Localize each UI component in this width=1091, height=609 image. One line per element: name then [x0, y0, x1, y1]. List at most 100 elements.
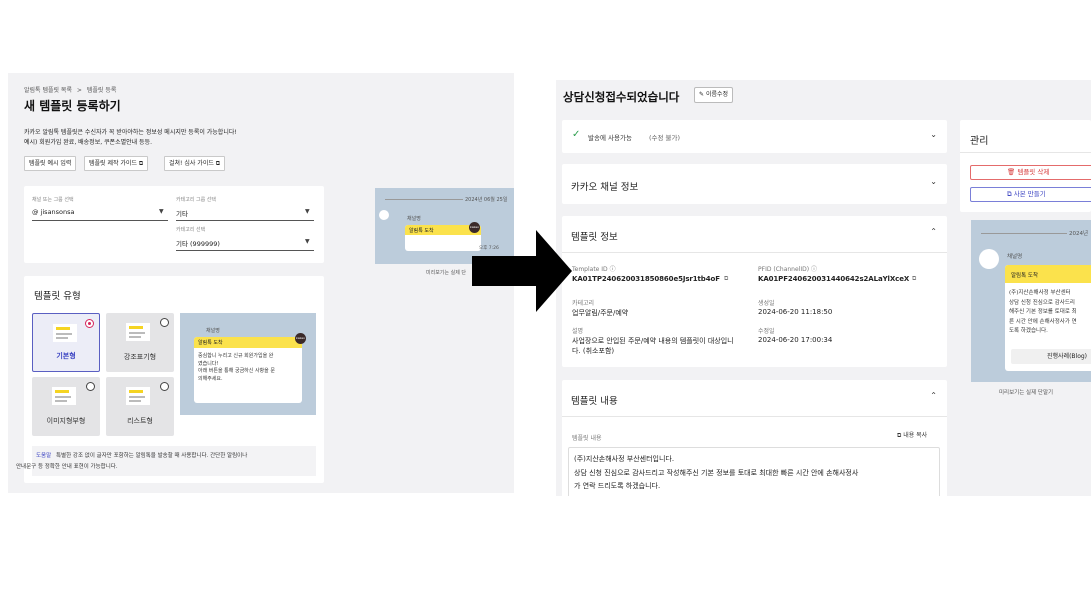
- content-line: 가 연락 드리도록 하겠습니다.: [574, 482, 661, 490]
- template-type-card: 템플릿 유형 기본형 강조표기형 이미지형부형 리스트형 채널명 알림톡 도착 …: [16, 276, 324, 483]
- breadcrumb-list-link[interactable]: 알림톡 템플릿 목록: [24, 87, 72, 94]
- screenshot-stage: 알림톡 템플릿 목록 > 템플릿 등록 새 템플릿 등록하기 카카오 알림톡 템…: [0, 0, 1091, 609]
- template-example-button[interactable]: 템플릿 예시 입력: [24, 156, 77, 171]
- preview-date: 2024년: [1069, 231, 1089, 237]
- content-label: 템플릿 내용: [572, 435, 602, 442]
- copy-icon: ⧉: [1007, 190, 1012, 198]
- pfid-label: PFID (ChannelID) ⓘ: [758, 266, 817, 273]
- delete-template-button[interactable]: 🗑 템플릿 삭제: [970, 165, 1091, 180]
- date-divider: [981, 233, 1067, 234]
- type-preview: 채널명 알림톡 도착 중심합니 누리고 신규 회원가입을 완 였습니다! 아래 …: [180, 313, 316, 415]
- copy-icon[interactable]: ⧉: [724, 275, 728, 283]
- chevron-down-icon[interactable]: ⌄: [930, 130, 937, 139]
- template-content-title: 템플릿 내용: [571, 396, 618, 407]
- preview-channel-name: 채널명: [206, 328, 220, 334]
- edit-name-button[interactable]: ✎ 이름수정: [694, 87, 734, 103]
- arrow-right-icon: [472, 230, 572, 312]
- copy-icon[interactable]: ⧉: [912, 275, 916, 283]
- breadcrumb: 알림톡 템플릿 목록 > 템플릿 등록: [24, 85, 116, 94]
- description-line: 예시) 회원가입 완료, 배송정보, 쿠폰소멸안내 등등.: [24, 139, 152, 146]
- category-label: 카테고리: [572, 300, 595, 307]
- pfid-value: KA01PF240620031440642s2ALaYlXceX: [758, 275, 910, 283]
- type-option-image[interactable]: 이미지형부형: [32, 377, 100, 436]
- type-option-basic[interactable]: 기본형: [32, 313, 100, 372]
- preview-header: 알림톡 도착: [194, 337, 302, 348]
- chevron-down-icon: ▼: [305, 208, 310, 215]
- date-divider: [385, 199, 463, 200]
- template-name-title: 상담신청접수되었습니다: [563, 90, 680, 104]
- status-label: 발송에 사용가능: [588, 134, 632, 142]
- channel-select[interactable]: @ jisansonsa: [32, 208, 75, 216]
- template-id-label: Template ID ⓘ: [572, 266, 616, 273]
- chevron-up-icon[interactable]: ⌃: [930, 227, 937, 236]
- radio-button[interactable]: [86, 382, 95, 391]
- radio-button[interactable]: [160, 382, 169, 391]
- chevron-up-icon[interactable]: ⌃: [930, 391, 937, 400]
- description-value: 사업장으로 안입된 주문/예약 내용의 템플릿이 대상입니 다. (취소포함): [572, 336, 734, 356]
- review-guide-button[interactable]: 걸쳐! 심사 가이드 ⧉: [164, 156, 226, 171]
- chevron-down-icon: ▼: [305, 238, 310, 245]
- content-line: (주)지산손해사정 부산센터입니다.: [574, 455, 675, 463]
- chevron-down-icon[interactable]: ⌄: [930, 177, 937, 186]
- edit-name-label: 이름수정: [705, 91, 729, 98]
- preview-channel-name: 채널명: [407, 216, 421, 222]
- template-content-section: 템플릿 내용 ⌃ 템플릿 내용 ⧉ 내용 복사 (주)지산손해사정 부산센터입니…: [562, 380, 947, 496]
- template-guide-button[interactable]: 템플릿 제작 가이드 ⧉: [84, 156, 149, 171]
- type-option-label: 기본형: [56, 352, 76, 360]
- notice-text: 특별한 강조 없이 글자만 포함하는 알림톡을 발송할 때 사용합니다. 간단한…: [16, 451, 314, 473]
- notice-line: 특별한 강조 없이 글자만 포함하는 알림톡을 발송할 때 사용합니다. 간단한…: [56, 453, 248, 459]
- right-preview: 2024년 채널명 알림톡 도착 (주)지산손해사정 부산센터 상담 신청 진심…: [971, 220, 1091, 382]
- content-box[interactable]: (주)지산손해사정 부산센터입니다. 상담 신청 진심으로 감사드리고 작성해주…: [568, 447, 940, 496]
- type-option-emphasis[interactable]: 강조표기형: [106, 313, 174, 372]
- category-group-label: 카테고리 그룹 선택: [176, 197, 216, 203]
- preview-caption: 미리보기는 실제 단말기: [999, 390, 1054, 396]
- check-icon: ✓: [572, 129, 581, 140]
- type-notice: 도움말 특별한 강조 없이 글자만 포함하는 알림톡을 발송할 때 사용합니다.…: [16, 446, 316, 476]
- created-value: 2024-06-20 11:18:50: [758, 308, 833, 316]
- type-option-list[interactable]: 리스트형: [106, 377, 174, 436]
- template-detail-page: 상담신청접수되었습니다 ✎ 이름수정 ✓ 발송에 사용가능 (수정 불가) ⌄ …: [556, 80, 1091, 496]
- type-option-label: 강조표기형: [123, 353, 157, 361]
- preview-header-text: 알림톡 도착: [409, 228, 434, 234]
- modified-value: 2024-06-20 17:00:34: [758, 336, 833, 344]
- avatar: [379, 210, 389, 220]
- preview-line: 해주신 기본 정보를 토대로 최: [1009, 309, 1077, 315]
- copy-icon: ⧉: [897, 432, 902, 439]
- manage-panel: 관리 🗑 템플릿 삭제 ⧉ 사본 만들기: [960, 120, 1091, 212]
- kakao-logo-icon: kakao: [295, 333, 306, 344]
- breadcrumb-separator: >: [76, 87, 82, 94]
- template-id-value: KA01TP240620031850860e5Jsr1tb4oF: [572, 275, 720, 283]
- avatar: [979, 249, 999, 269]
- trash-icon: 🗑: [1007, 168, 1016, 176]
- preview-line: 의해주세요.: [198, 375, 223, 382]
- preview-line: 른 시간 안에 손해사정사가 연: [1009, 318, 1077, 325]
- make-copy-button[interactable]: ⧉ 사본 만들기: [970, 187, 1091, 202]
- template-type-title: 템플릿 유형: [34, 291, 81, 302]
- preview-header: 알림톡 도착: [1005, 265, 1091, 283]
- divider: [960, 152, 1091, 153]
- divider: [562, 416, 947, 417]
- category-value: 업무알림/주문/예약: [572, 309, 629, 317]
- type-thumbnail: [126, 323, 150, 341]
- preview-body: 중심합니 누리고 신규 회원가입을 완 였습니다! 아래 버튼을 통해 궁금하신…: [198, 353, 275, 383]
- preview-line: (주)지산손해사정 부산센터: [1009, 290, 1071, 296]
- channel-info-title: 카카오 채널 정보: [571, 182, 639, 193]
- preview-line: 상담 신청 진심으로 감사드리: [1009, 299, 1075, 306]
- copy-content-button[interactable]: ⧉ 내용 복사: [897, 430, 927, 440]
- radio-button[interactable]: [160, 318, 169, 327]
- preview-date: 2024년 06월 25일: [465, 197, 508, 203]
- channel-label: 채널 또는 그룹 선택: [32, 197, 74, 203]
- radio-button[interactable]: [85, 319, 94, 328]
- preview-channel-name: 채널명: [1007, 254, 1023, 260]
- category-select[interactable]: 기타 (999999): [176, 238, 220, 248]
- template-settings-card: 채널 또는 그룹 선택 @ jisansonsa ▼ 카테고리 그룹 선택 기타…: [24, 186, 324, 263]
- category-group-select[interactable]: 기타: [176, 208, 188, 218]
- preview-blog-button[interactable]: 진행사례(Blog): [1011, 349, 1091, 364]
- template-info-title: 템플릿 정보: [571, 232, 618, 243]
- channel-info-section[interactable]: 카카오 채널 정보 ⌄: [562, 164, 947, 204]
- description-line: 사업장으로 안입된 주문/예약 내용의 템플릿이 대상입니: [572, 337, 734, 345]
- type-thumbnail: [52, 387, 76, 405]
- type-option-label: 리스트형: [127, 417, 153, 425]
- description-line: 카카오 알림톡 템플릿은 수신자가 꼭 받아야하는 정보성 메시지만 등록이 가…: [24, 129, 237, 136]
- status-section[interactable]: ✓ 발송에 사용가능 (수정 불가) ⌄: [562, 120, 947, 153]
